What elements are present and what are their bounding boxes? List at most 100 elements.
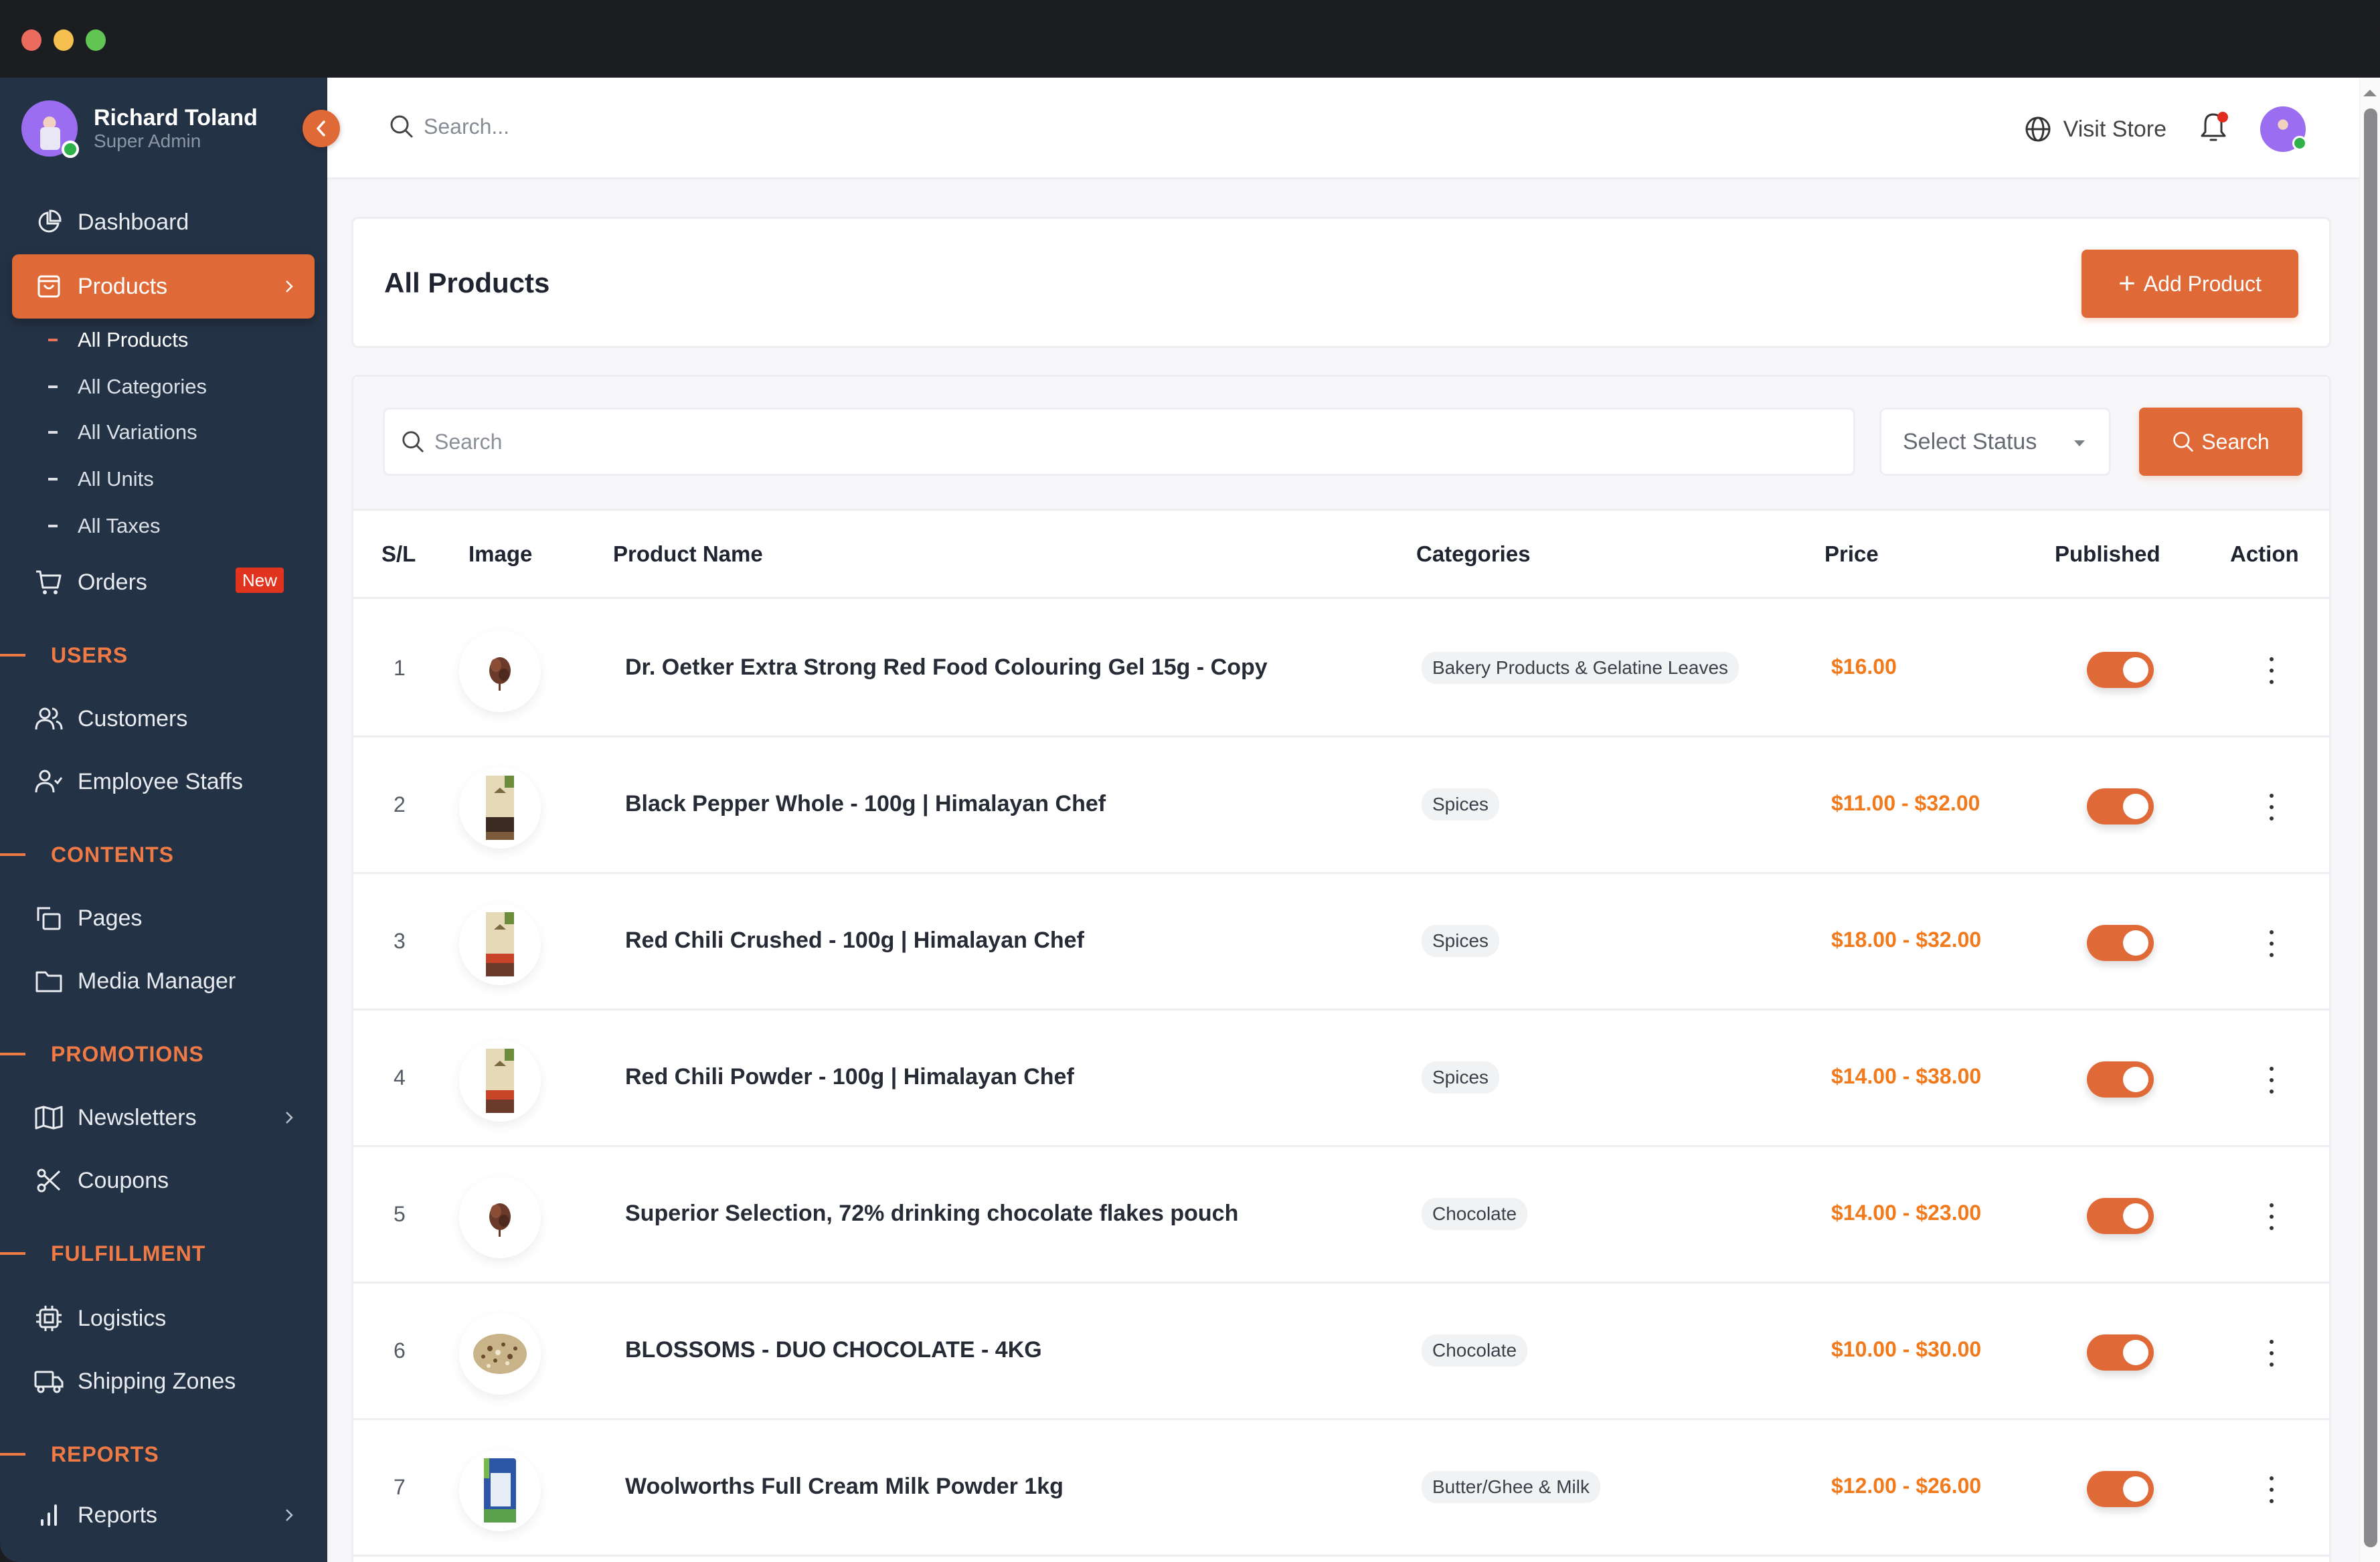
published-toggle[interactable] [2087, 925, 2154, 961]
dash-icon [48, 431, 58, 434]
sidebar-item-newsletters[interactable]: Newsletters [12, 1086, 315, 1150]
table-row: 2 Black Pepper Whole - 100g | Himalayan … [353, 737, 2329, 874]
vertical-scrollbar[interactable] [2359, 78, 2380, 1562]
sidebar-item-customers[interactable]: Customers [12, 687, 315, 751]
sidebar-subitem-all-products[interactable]: All Products [48, 320, 188, 360]
product-name[interactable]: Black Pepper Whole - 100g | Himalayan Ch… [625, 791, 1106, 817]
global-search-input[interactable]: Search... [389, 114, 509, 139]
product-name[interactable]: Red Chili Crushed - 100g | Himalayan Che… [625, 928, 1084, 954]
toggle-knob [2123, 657, 2148, 683]
more-actions-icon[interactable] [2265, 1476, 2278, 1503]
sidebar-item-shipping-zones[interactable]: Shipping Zones [12, 1349, 315, 1413]
search-icon [402, 431, 424, 452]
product-image[interactable] [459, 903, 541, 985]
more-actions-icon[interactable] [2265, 657, 2278, 684]
search-icon [390, 115, 413, 138]
sidebar-subitem-all-variations[interactable]: All Variations [48, 412, 197, 452]
sidebar-subitem-all-categories[interactable]: All Categories [48, 367, 207, 407]
sidebar-item-coupons[interactable]: Coupons [12, 1148, 315, 1213]
product-price: $12.00 - $26.00 [1831, 1474, 1982, 1498]
sidebar-item-dashboard[interactable]: Dashboard [12, 190, 315, 254]
product-search-placeholder: Search [434, 429, 503, 454]
section-title-fulfillment: FULFILLMENT [0, 1237, 205, 1270]
notification-dot [2217, 111, 2228, 122]
published-toggle[interactable] [2087, 1198, 2154, 1234]
product-image[interactable] [459, 630, 541, 712]
product-image[interactable] [459, 1040, 541, 1122]
product-name[interactable]: Superior Selection, 72% drinking chocola… [625, 1201, 1238, 1227]
folder-icon [33, 966, 64, 996]
section-title-users: USERS [0, 638, 128, 672]
dash-icon [48, 525, 58, 527]
product-price: $10.00 - $30.00 [1831, 1337, 1982, 1361]
product-name[interactable]: Red Chili Powder - 100g | Himalayan Chef [625, 1064, 1074, 1090]
published-toggle[interactable] [2087, 652, 2154, 688]
sidebar-item-label: Customers [78, 705, 188, 731]
sidebar-subitem-label: All Taxes [78, 514, 161, 537]
user-name: Richard Toland [94, 105, 258, 131]
sidebar-subitem-all-units[interactable]: All Units [48, 459, 154, 499]
toggle-knob [2123, 794, 2148, 819]
dash-icon [48, 339, 58, 341]
product-image[interactable] [459, 767, 541, 849]
notifications-button[interactable] [2199, 111, 2228, 147]
product-search-input[interactable]: Search [383, 408, 1855, 476]
sidebar-item-reports[interactable]: Reports [12, 1483, 315, 1547]
close-window-button[interactable] [21, 29, 41, 51]
online-status-indicator [2292, 136, 2307, 151]
published-toggle[interactable] [2087, 788, 2154, 825]
sidebar-subitem-all-taxes[interactable]: All Taxes [48, 506, 161, 546]
sidebar-item-products[interactable]: Products [12, 254, 315, 319]
column-header-action: Action [2230, 541, 2299, 566]
sidebar-item-employee-staffs[interactable]: Employee Staffs [12, 750, 315, 814]
sidebar-item-pages[interactable]: Pages [12, 886, 315, 950]
row-serial: 6 [394, 1338, 406, 1363]
sidebar-item-orders[interactable]: Orders New [12, 550, 315, 614]
product-name[interactable]: Dr. Oetker Extra Strong Red Food Colouri… [625, 655, 1268, 681]
more-actions-icon[interactable] [2265, 1067, 2278, 1094]
product-image[interactable] [459, 1177, 541, 1258]
more-actions-icon[interactable] [2265, 930, 2278, 957]
section-title-label: REPORTS [51, 1442, 159, 1466]
product-name[interactable]: Woolworths Full Cream Milk Powder 1kg [625, 1474, 1064, 1500]
avatar [21, 100, 79, 158]
search-button[interactable]: Search [2139, 408, 2302, 476]
minimize-window-button[interactable] [54, 29, 74, 51]
table-row: 7 Woolworths Full Cream Milk Powder 1kg … [353, 1420, 2329, 1557]
user-profile[interactable]: Richard Toland Super Admin [21, 98, 258, 159]
user-avatar-button[interactable] [2260, 106, 2307, 152]
visit-store-link[interactable]: Visit Store [2025, 116, 2166, 143]
product-name[interactable]: BLOSSOMS - DUO CHOCOLATE - 4KG [625, 1337, 1042, 1363]
column-header-price[interactable]: Price [1824, 541, 1879, 567]
published-toggle[interactable] [2087, 1061, 2154, 1098]
sidebar-subitem-label: All Units [78, 467, 154, 491]
scroll-thumb[interactable] [2364, 108, 2377, 1547]
sidebar-item-media-manager[interactable]: Media Manager [12, 949, 315, 1013]
more-actions-icon[interactable] [2265, 1340, 2278, 1367]
page-title: All Products [384, 267, 550, 298]
category-chip: Chocolate [1422, 1198, 1528, 1230]
status-select[interactable]: Select Status [1879, 408, 2111, 476]
column-header-published: Published [2055, 541, 2160, 566]
product-image[interactable] [459, 1313, 541, 1395]
sidebar-item-label: Dashboard [78, 209, 189, 235]
add-product-button[interactable]: + Add Product [2081, 250, 2298, 318]
main-content: Search... Visit Store All Products + Add… [327, 78, 2380, 1562]
plus-icon: + [2118, 267, 2136, 300]
maximize-window-button[interactable] [86, 29, 106, 51]
product-image[interactable] [459, 1450, 541, 1531]
more-actions-icon[interactable] [2265, 794, 2278, 820]
pie-chart-icon [33, 207, 64, 238]
table-row: 6 BLOSSOMS - DUO CHOCOLATE - 4KG Chocola… [353, 1284, 2329, 1420]
collapse-sidebar-button[interactable] [303, 110, 340, 147]
published-toggle[interactable] [2087, 1334, 2154, 1371]
sidebar-item-label: Orders [78, 569, 147, 595]
published-toggle[interactable] [2087, 1471, 2154, 1507]
section-title-label: CONTENTS [51, 842, 174, 867]
scissors-icon [33, 1165, 64, 1196]
column-header-categories[interactable]: Categories [1416, 541, 1531, 567]
scroll-up-arrow[interactable] [2363, 90, 2377, 96]
sidebar-item-logistics[interactable]: Logistics [12, 1286, 315, 1351]
column-header-product-name[interactable]: Product Name [613, 541, 763, 567]
more-actions-icon[interactable] [2265, 1203, 2278, 1230]
